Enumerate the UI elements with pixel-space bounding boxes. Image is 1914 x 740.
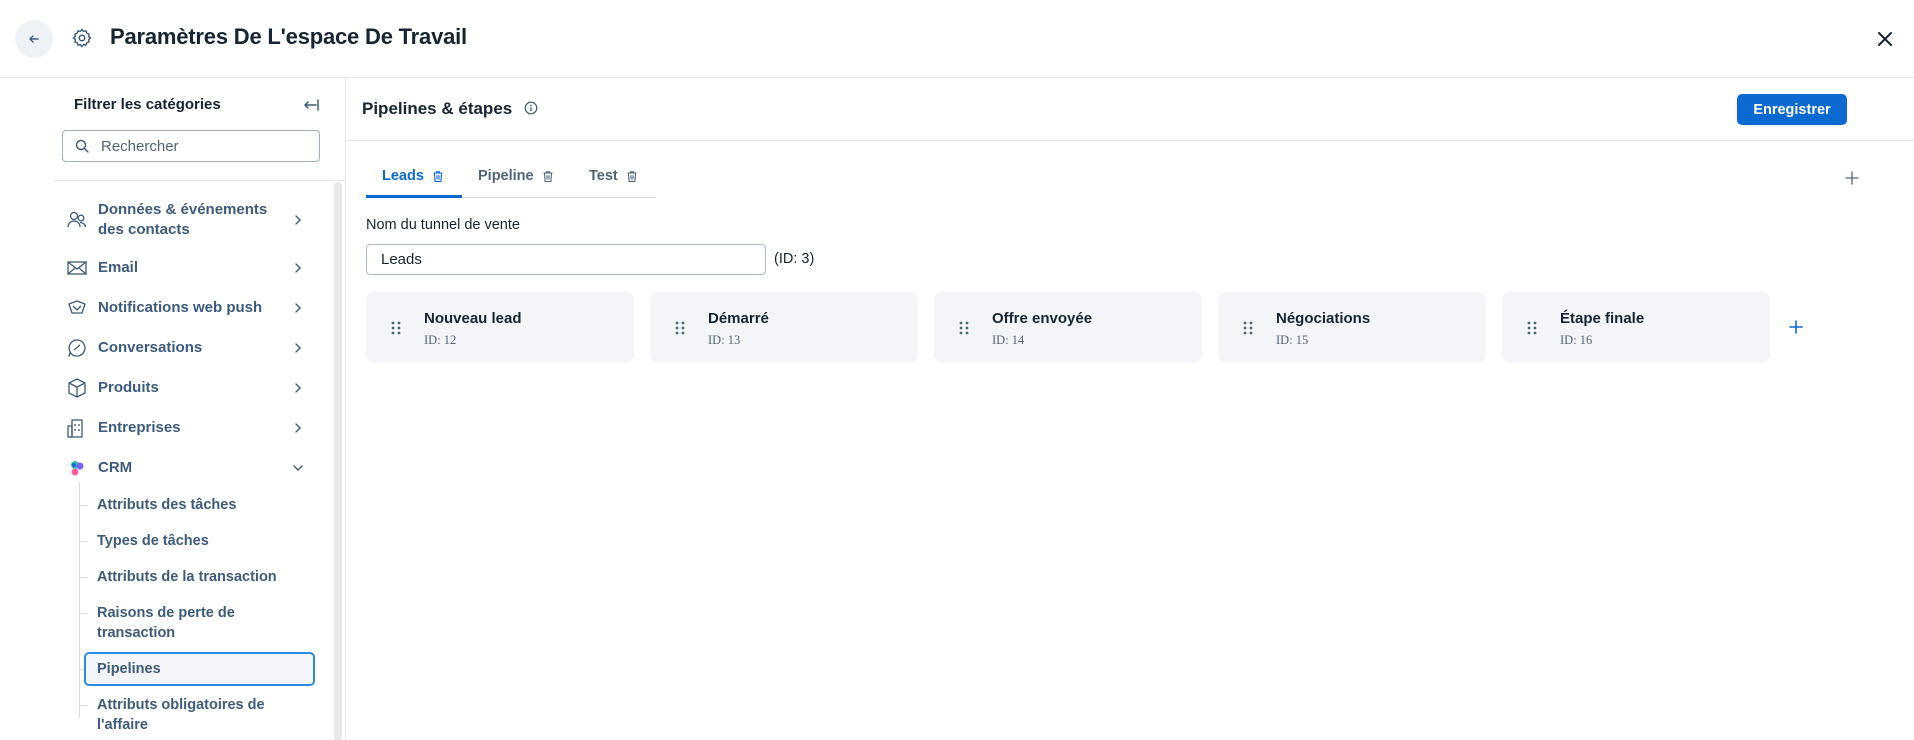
stage-id: ID: 13: [708, 333, 741, 347]
stage-card[interactable]: Démarré ID: 13: [650, 292, 918, 362]
tree-tick: [79, 705, 87, 706]
drag-handle-icon[interactable]: [674, 320, 686, 336]
section-title: Pipelines & étapes: [362, 99, 513, 118]
stage-name: Étape finale: [1560, 310, 1645, 327]
sidebar-item-entreprises[interactable]: Entreprises: [62, 416, 308, 440]
chevron-right-icon: [295, 423, 301, 433]
sidebar-divider: [54, 180, 346, 181]
info-icon[interactable]: [524, 101, 538, 115]
page-title: Paramètres De L'espace De Travail: [110, 24, 467, 49]
sidebar-item-conversations[interactable]: Conversations: [62, 336, 308, 360]
trash-icon[interactable]: [542, 170, 554, 183]
sidebar-item-contacts[interactable]: Données & événements des contacts: [62, 200, 308, 240]
stage-card[interactable]: Étape finale ID: 16: [1502, 292, 1770, 362]
sidebar-subitem-types-taches[interactable]: Types de tâches: [97, 531, 297, 551]
sidebar-item-label: Email: [98, 259, 139, 276]
close-icon[interactable]: [1872, 26, 1898, 52]
tree-tick: [79, 505, 87, 506]
sidebar-item-label: CRM: [98, 459, 133, 476]
stage-id: ID: 12: [424, 333, 457, 347]
chevron-right-icon: [295, 263, 301, 273]
trash-icon[interactable]: [432, 170, 444, 183]
search-input[interactable]: [101, 137, 301, 155]
tree-tick: [79, 577, 87, 578]
sidebar-item-web-push[interactable]: Notifications web push: [62, 296, 308, 320]
save-button[interactable]: Enregistrer: [1737, 94, 1847, 125]
main-divider: [346, 140, 1914, 141]
tab-label: Pipeline: [478, 168, 534, 184]
crm-icon: [66, 457, 88, 479]
trash-icon[interactable]: [626, 170, 638, 183]
sidebar-subitem-attributs-taches[interactable]: Attributs des tâches: [97, 495, 297, 515]
filter-title: Filtrer les catégories: [74, 96, 221, 113]
sidebar-item-produits[interactable]: Produits: [62, 376, 308, 400]
stage-id: ID: 15: [1276, 333, 1309, 347]
box-icon: [66, 377, 88, 399]
web-push-icon: [66, 297, 88, 319]
active-tab-indicator: [366, 195, 462, 198]
sidebar: Filtrer les catégories Données & événeme…: [0, 78, 346, 740]
stage-card[interactable]: Négociations ID: 15: [1218, 292, 1486, 362]
add-pipeline-icon[interactable]: [1844, 170, 1860, 186]
add-stage-icon[interactable]: [1788, 319, 1804, 335]
drag-handle-icon[interactable]: [1242, 320, 1254, 336]
stage-name: Démarré: [708, 310, 769, 327]
sidebar-subitem-attributs-obligatoires[interactable]: Attributs obligatoires de l'affaire: [97, 695, 287, 735]
chevron-right-icon: [295, 303, 301, 313]
sidebar-item-crm[interactable]: CRM: [62, 456, 308, 480]
sidebar-subitem-pipelines[interactable]: Pipelines: [97, 659, 297, 679]
stage-card[interactable]: Offre envoyée ID: 14: [934, 292, 1202, 362]
drag-handle-icon[interactable]: [958, 320, 970, 336]
crm-tree-line: [79, 482, 80, 718]
sidebar-item-label: Entreprises: [98, 419, 181, 436]
sidebar-subitem-attributs-transaction[interactable]: Attributs de la transaction: [97, 567, 297, 587]
stage-id: ID: 16: [1560, 333, 1593, 347]
stage-name: Nouveau lead: [424, 310, 522, 327]
tree-tick: [79, 613, 87, 614]
search-icon: [75, 139, 89, 153]
chevron-right-icon: [295, 215, 301, 225]
tab-label: Leads: [382, 168, 424, 184]
drag-handle-icon[interactable]: [390, 320, 402, 336]
back-button[interactable]: [15, 20, 53, 58]
contacts-icon: [66, 209, 88, 231]
envelope-icon: [66, 257, 88, 279]
building-icon: [66, 417, 88, 439]
stage-card[interactable]: Nouveau lead ID: 12: [366, 292, 634, 362]
arrow-left-icon: [29, 35, 39, 43]
pipeline-name-label: Nom du tunnel de vente: [366, 217, 520, 233]
pipeline-name-input[interactable]: [366, 244, 766, 275]
stage-name: Négociations: [1276, 310, 1371, 327]
tab-test[interactable]: Test: [589, 168, 638, 184]
tree-tick: [79, 541, 87, 542]
top-bar: Paramètres De L'espace De Travail: [0, 0, 1914, 78]
tab-leads[interactable]: Leads: [382, 168, 444, 184]
sidebar-item-label: Notifications web push: [98, 299, 263, 316]
sidebar-subitem-raisons-perte[interactable]: Raisons de perte de transaction: [97, 603, 257, 643]
gear-icon: [72, 28, 92, 48]
drag-handle-icon[interactable]: [1526, 320, 1538, 336]
stage-id: ID: 14: [992, 333, 1025, 347]
stage-name: Offre envoyée: [992, 310, 1093, 327]
sidebar-item-label: Produits: [98, 379, 159, 396]
search-box[interactable]: [62, 130, 320, 162]
chevron-right-icon: [295, 343, 301, 353]
chevron-right-icon: [295, 383, 301, 393]
sidebar-item-label: Données & événements des contacts: [98, 201, 268, 238]
sidebar-scrollbar[interactable]: [334, 182, 342, 740]
pipeline-id: (ID: 3): [774, 251, 815, 267]
sidebar-item-email[interactable]: Email: [62, 256, 308, 280]
sidebar-item-label: Conversations: [98, 339, 203, 356]
pipeline-tabs: Leads Pipeline Test: [366, 160, 656, 198]
chat-icon: [66, 337, 88, 359]
tab-pipeline[interactable]: Pipeline: [478, 168, 554, 184]
chevron-down-icon: [293, 465, 303, 471]
tab-label: Test: [589, 168, 618, 184]
collapse-sidebar-icon[interactable]: [302, 96, 320, 114]
